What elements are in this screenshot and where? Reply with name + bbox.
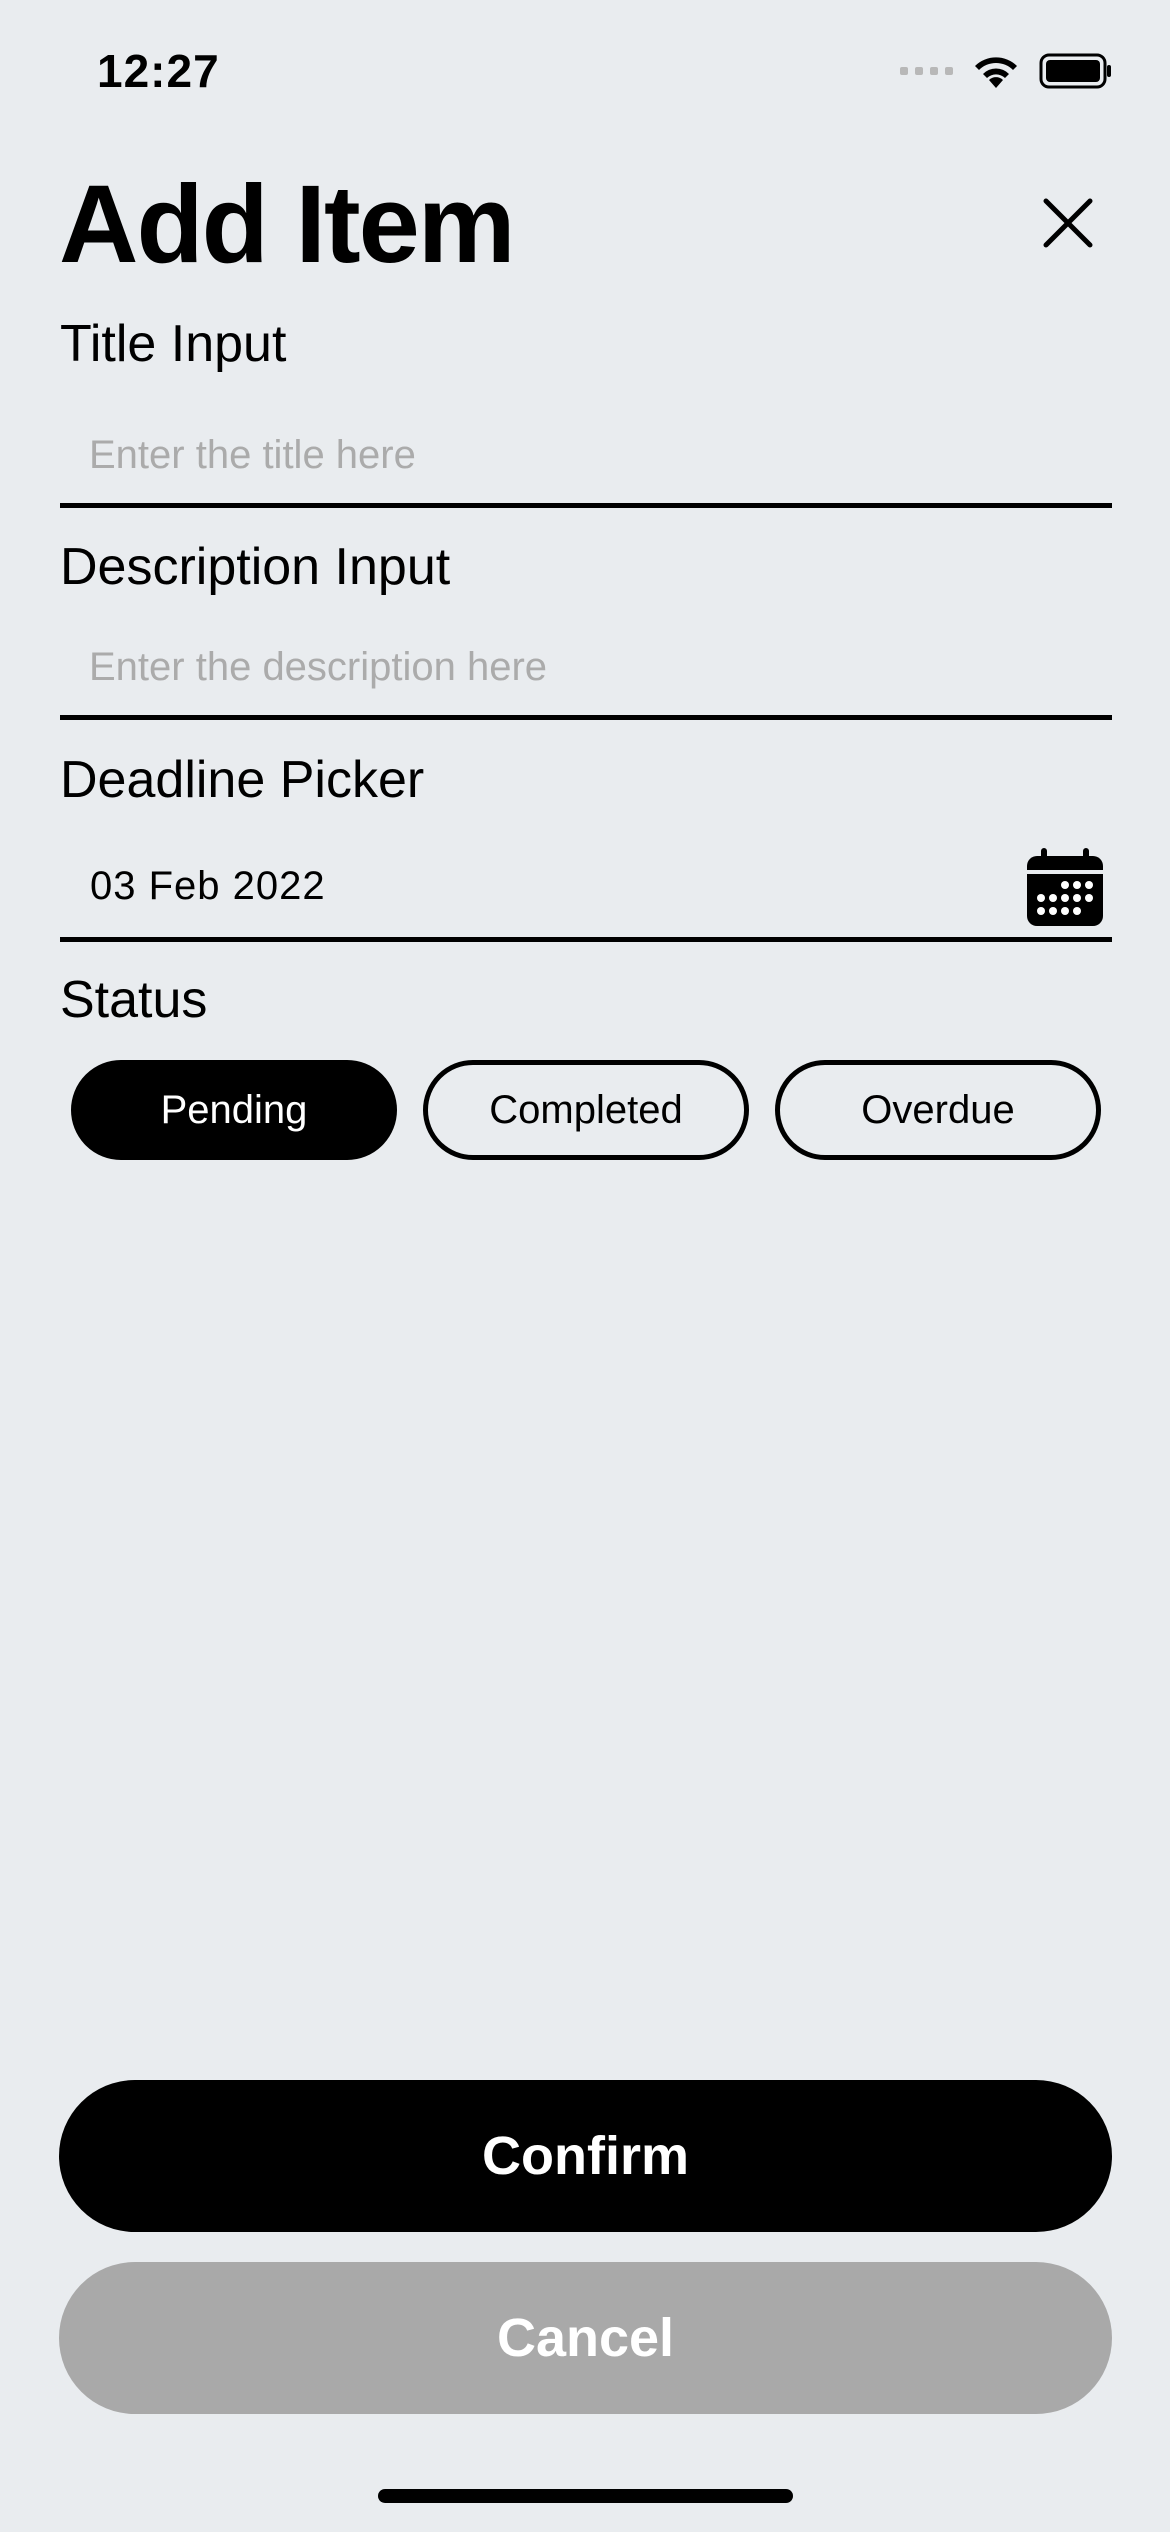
- title-input[interactable]: [60, 408, 1112, 508]
- close-icon: [1043, 198, 1093, 248]
- status-option-overdue[interactable]: Overdue: [775, 1060, 1101, 1160]
- home-indicator[interactable]: [378, 2489, 793, 2503]
- status-options: Pending Completed Overdue: [71, 1060, 1101, 1160]
- battery-icon: [1039, 53, 1111, 89]
- status-option-completed[interactable]: Completed: [423, 1060, 749, 1160]
- signal-icon: [900, 67, 953, 75]
- deadline-value: 03 Feb 2022: [90, 864, 326, 908]
- close-button[interactable]: [1035, 190, 1101, 256]
- calendar-icon: [1027, 848, 1103, 926]
- description-input[interactable]: [60, 620, 1112, 720]
- cancel-button[interactable]: Cancel: [59, 2262, 1112, 2414]
- wifi-icon: [975, 57, 1017, 88]
- confirm-button[interactable]: Confirm: [59, 2080, 1112, 2232]
- status-label: Status: [60, 971, 208, 1029]
- title-input-label: Title Input: [60, 315, 287, 373]
- calendar-button[interactable]: [1025, 848, 1105, 928]
- deadline-picker-label: Deadline Picker: [60, 751, 425, 809]
- description-input-label: Description Input: [60, 538, 451, 596]
- status-bar-time: 12:27: [97, 45, 220, 97]
- status-bar-icons: [900, 52, 1113, 90]
- status-option-pending[interactable]: Pending: [71, 1060, 397, 1160]
- deadline-picker[interactable]: 03 Feb 2022: [60, 838, 1112, 942]
- page-title: Add Item: [59, 163, 516, 286]
